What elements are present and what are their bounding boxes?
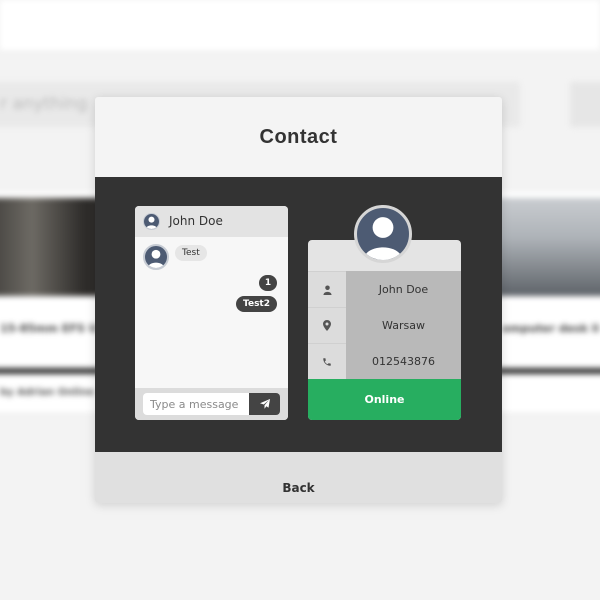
background-product-card: 15-85mm EFS U by Adrian Online	[0, 192, 110, 412]
background-top-bar	[0, 0, 600, 50]
map-pin-icon	[308, 307, 346, 343]
message-input[interactable]	[143, 393, 249, 415]
chat-contact-name: John Doe	[169, 214, 223, 228]
contact-avatar	[354, 205, 412, 263]
contact-modal: Contact John Doe Test 1 Test2 Type a mes…	[95, 97, 502, 503]
paper-plane-icon	[259, 399, 270, 409]
background-search-button	[570, 82, 600, 127]
background-product-card: omputer desk li	[490, 192, 600, 412]
user-avatar-icon	[147, 249, 165, 268]
back-button[interactable]: Back	[95, 452, 502, 503]
avatar	[143, 213, 160, 230]
user-avatar-icon	[363, 217, 403, 260]
status-badge: Online	[308, 379, 461, 420]
message-incoming: Test	[143, 244, 207, 270]
contact-location: Warsaw	[346, 307, 461, 343]
background-product-bar	[490, 368, 600, 374]
contact-phone-row: 012543876	[308, 343, 461, 379]
user-avatar-icon	[145, 216, 158, 229]
message-outgoing: Test2	[236, 296, 277, 312]
modal-footer: Back	[95, 452, 502, 503]
message-outgoing: 1	[259, 275, 277, 291]
background-product-image	[0, 198, 110, 296]
contact-name: John Doe	[346, 271, 461, 307]
modal-body: John Doe Test 1 Test2 Type a message Joh…	[95, 177, 502, 452]
background-product-title: 15-85mm EFS U	[0, 322, 98, 335]
background-product-bar	[0, 368, 110, 374]
modal-title: Contact	[259, 126, 338, 148]
chat-compose-bar	[135, 388, 288, 420]
chat-panel: John Doe Test 1 Test2	[135, 206, 288, 420]
phone-icon	[308, 343, 346, 379]
contact-location-row: Warsaw	[308, 307, 461, 343]
contact-card: John Doe Warsaw 012543876 Online	[308, 240, 461, 420]
background-product-title: omputer desk li	[502, 322, 600, 335]
chat-header: John Doe	[135, 206, 288, 237]
contact-name-row: John Doe	[308, 271, 461, 307]
avatar	[143, 244, 169, 270]
message-bubble: Test	[175, 245, 207, 261]
background-product-author: by Adrian Online	[0, 387, 95, 398]
background-product-image	[490, 198, 600, 296]
user-icon	[308, 271, 346, 307]
send-button[interactable]	[249, 393, 280, 415]
contact-phone: 012543876	[346, 343, 461, 379]
